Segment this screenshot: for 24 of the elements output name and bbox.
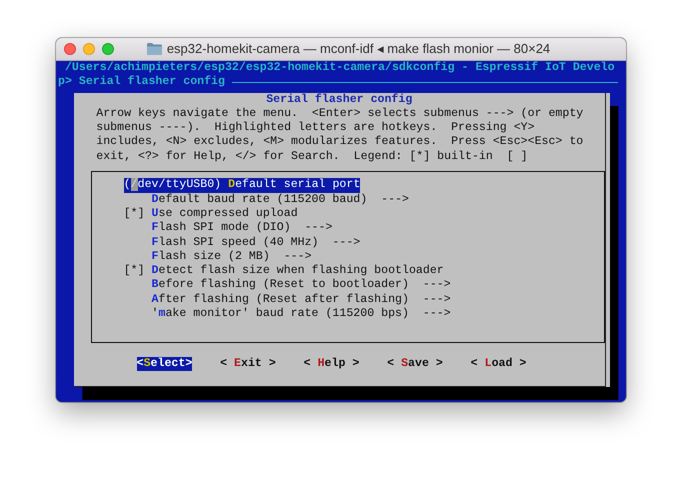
menu-item[interactable]: [*] Detect flash size when flashing bootloader [124,264,444,278]
menu-item[interactable]: Flash size (2 MB) ---> [124,250,312,264]
menu-button[interactable]: < Exit > [220,357,276,372]
menu-item[interactable]: Flash SPI speed (40 MHz) ---> [124,236,360,250]
menu-button[interactable]: < Save > [387,357,443,372]
menu-button[interactable]: < Help > [304,357,360,372]
menu-item[interactable]: 'make monitor' baud rate (115200 bps) ---> [124,307,451,322]
menu-button[interactable]: < Load > [470,357,526,372]
menu-item[interactable]: After flashing (Reset after flashing) ---> [124,292,451,308]
menu-button[interactable]: <Select> [136,357,192,372]
close-button[interactable] [64,43,76,55]
help-text: Arrow keys navigate the menu. <Enter> selects submenus ---> (or empty submenus ----). Highlighted letters are hotkeys. Pressing <Y> includes, <N> excludes, <M> modularizes features. Press <Esc><Esc> to exit, <?> for Help, </> for Search. Legend: [*] built-in [ ] [96,106,584,164]
menu-item[interactable]: Flash SPI mode (DIO) ---> [124,221,332,236]
path-text: /Users/achimpieters/esp32/esp32-homekit-camera/sdkconfig - Espressif IoT Develo [64,61,616,75]
dialog-title: Serial flasher config [265,92,414,107]
menu-item[interactable]: Default baud rate (115200 baud) ---> [124,192,409,207]
menu-item[interactable]: Before flashing (Reset to bootloader) ---> [124,278,451,293]
breadcrumb-text: p> Serial flasher config [58,75,225,90]
zoom-button[interactable] [102,43,114,55]
folder-icon [146,43,162,55]
menu-item[interactable]: [*] Use compressed upload [124,206,298,222]
window-title: esp32-homekit-camera — mconf-idf ◂ make flash monior — 80×24 [166,41,550,57]
minimize-button[interactable] [83,43,95,55]
menu-item[interactable]: (/dev/ttyUSB0) Default serial port [124,178,360,193]
